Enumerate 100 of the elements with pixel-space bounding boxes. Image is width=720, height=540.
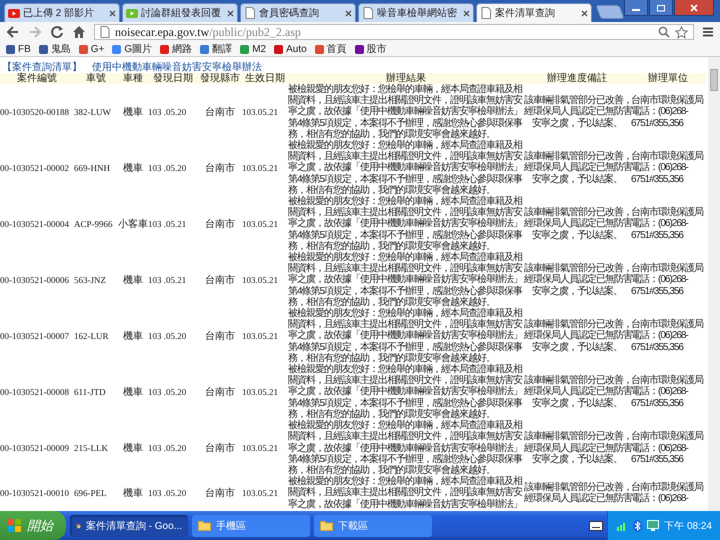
bookmark[interactable]: FB bbox=[6, 44, 31, 54]
table-cell: 台南市 bbox=[205, 488, 235, 499]
maximize-button[interactable] bbox=[649, 0, 673, 16]
search-icon[interactable] bbox=[658, 26, 670, 38]
table-cell: 機車 bbox=[123, 488, 143, 499]
table-cell: 103 .05.21 bbox=[148, 275, 186, 286]
table-cell: 162-LUR bbox=[74, 331, 108, 342]
new-tab-button[interactable] bbox=[595, 5, 625, 19]
maximize-icon bbox=[656, 4, 666, 12]
tab-title: 會員密碼查詢 bbox=[259, 6, 320, 20]
bookmark[interactable]: M2 bbox=[240, 44, 266, 54]
bookmark[interactable]: 首頁 bbox=[314, 42, 347, 56]
bookmark[interactable]: 翻譯 bbox=[200, 42, 232, 56]
table-cell-text: 台南市環境保護局 電話：(06)268- bbox=[631, 482, 704, 504]
home-icon[interactable] bbox=[72, 25, 86, 39]
taskbar-button[interactable]: 手機區 bbox=[192, 514, 310, 536]
bookmark[interactable]: 網路 bbox=[160, 42, 192, 56]
clock: 下午 08:24 bbox=[664, 520, 712, 532]
table-cell: 該車輛排氣管部分已改善， 經環保局人員認定已無防害 安寧之虞，予以結案。 bbox=[524, 151, 630, 185]
column-header: 車種 bbox=[123, 73, 143, 84]
table-cell: 該車輛排氣管部分已改善， 經環保局人員認定已無防害 安寧之虞，予以結案。 bbox=[524, 95, 630, 129]
table-cell-text: 被檢親愛的朋友您好：您檢舉的車輛，經本局查證車籍及相 關資料，且經該車主提出相關證明文件，證明該車無妨害安 寧之虞，故依據「使用中機動車輛噪音妨害安寧檢舉辦法」 第4條第5項規定，本案得不予辦理，感謝您熱心參與環保事 務，相信有您的協助，我們的環境安寧會越來越好。 bbox=[288, 364, 524, 420]
taskbar-button[interactable]: 下載區 bbox=[314, 514, 432, 536]
table-cell: 機車 bbox=[123, 331, 143, 342]
bookmark[interactable]: G+ bbox=[78, 44, 104, 54]
video-icon bbox=[126, 7, 138, 19]
browser-tab[interactable]: 會員密碼查詢 bbox=[240, 3, 356, 22]
back-icon[interactable] bbox=[6, 25, 20, 39]
table-cell: 103 .05.20 bbox=[148, 443, 186, 454]
close-icon[interactable] bbox=[581, 10, 588, 16]
keyboard-icon bbox=[589, 520, 604, 530]
table-cell: 該車輛排氣管部分已改善， 經環保局人員認定已無防害 安寧之虞，予以結案。 bbox=[524, 431, 630, 465]
table-cell: 小客車 bbox=[118, 219, 148, 230]
tab-title: 已上傳 2 部影片 bbox=[23, 6, 96, 20]
table-cell: 機車 bbox=[123, 443, 143, 454]
tab-title: 噪音車檢舉網站密 bbox=[377, 6, 458, 20]
column-header: 發現日期 bbox=[153, 73, 193, 84]
bookmark[interactable]: 鬼島 bbox=[38, 42, 71, 56]
table-cell: 00-1030520-00188 bbox=[0, 107, 69, 117]
close-icon[interactable] bbox=[109, 10, 116, 16]
column-header: 生效日期 bbox=[245, 73, 285, 84]
table-cell: 該車輛排氣管部分已改善， 經環保局人員認定已無防害 安寧之虞，予以結案。 bbox=[524, 319, 630, 353]
minimize-button[interactable] bbox=[624, 0, 648, 16]
reload-icon[interactable] bbox=[50, 25, 64, 39]
page-heading: 【案件查詢清單】 bbox=[2, 60, 82, 73]
table-cell: 台南市 bbox=[205, 387, 235, 398]
table-cell: 103.05.21 bbox=[242, 275, 278, 286]
table-cell: 機車 bbox=[123, 275, 143, 286]
menu-icon[interactable] bbox=[702, 26, 714, 38]
browser-tab[interactable]: 案件清單查詢 bbox=[476, 3, 592, 22]
table-cell: 103 .05.20 bbox=[148, 107, 186, 117]
scroll-thumb[interactable] bbox=[710, 69, 718, 91]
table-cell: 00-1030521-00009 bbox=[0, 443, 69, 454]
table-cell: 103.05.21 bbox=[242, 219, 278, 230]
column-header: 辦理單位 bbox=[648, 73, 688, 84]
table-cell: 611-JTD bbox=[74, 387, 106, 398]
table-cell: 103.05.21 bbox=[242, 443, 278, 454]
close-icon[interactable] bbox=[463, 10, 470, 16]
address-bar[interactable]: noisecar.epa.gov.tw/public/pub2_2.asp bbox=[94, 24, 694, 40]
table-cell: 台南市 bbox=[205, 107, 235, 118]
bookmark[interactable]: G圖片 bbox=[112, 42, 152, 56]
scrollbar[interactable] bbox=[708, 57, 720, 511]
table-cell: 機車 bbox=[123, 107, 143, 118]
table-cell: 00-1030521-00010 bbox=[0, 488, 69, 498]
table-cell: 00-1030521-00004 bbox=[0, 219, 69, 230]
close-icon[interactable] bbox=[345, 10, 352, 16]
windows-logo-icon bbox=[8, 519, 22, 532]
monitor-icon[interactable] bbox=[647, 520, 660, 531]
table-cell: 103.05.21 bbox=[242, 387, 278, 398]
bluetooth-icon[interactable] bbox=[633, 520, 642, 532]
bookmark[interactable]: 股市 bbox=[354, 42, 387, 56]
table-cell: 00-1030521-00006 bbox=[0, 275, 69, 286]
browser-tab[interactable]: 噪音車檢舉網站密 bbox=[358, 3, 474, 22]
table-cell-text: 被檢親愛的朋友您好：您檢舉的車輛，經本局查證車籍及相 關資料，且經該車主提出相關證明文件，證明該車無妨害安 寧之虞，故依據「使用中機動車輛噪音妨害安寧檢舉辦法」 第4條第5項規定，本案得不予辦理，感謝您熱心參與環保事 務，相信有您的協助，我們的環境安寧會越來越好。 bbox=[288, 252, 524, 308]
table-cell: 00-1030521-00008 bbox=[0, 387, 69, 398]
browser-tab[interactable]: 討論群組發表回覆 bbox=[122, 3, 238, 22]
column-header: 車號 bbox=[86, 73, 106, 84]
bookmark[interactable]: Auto bbox=[274, 44, 307, 54]
table-cell: 103.05.21 bbox=[242, 107, 278, 117]
column-header: 辦理結果 bbox=[386, 73, 426, 84]
table-cell: 103 .05.20 bbox=[148, 387, 186, 398]
close-button[interactable] bbox=[674, 0, 714, 16]
folder-icon bbox=[320, 520, 333, 531]
close-icon bbox=[689, 4, 699, 12]
table-cell: 該車輛排氣管部分已改善， 經環保局人員認定已無防害 bbox=[524, 482, 630, 504]
table-cell-text: 被檢親愛的朋友您好：您檢舉的車輛，經本局查證車籍及相 關資料，且經該車主提出相關證明文件，證明該車無妨害安 寧之虞，故依據「使用中機動車輛噪音妨害安寧檢舉辦法」 第4條第5項規定，本案得不予辦理，感謝您熱心參與環保事 務，相信有您的協助，我們的環境安寧會越來越好。 bbox=[288, 420, 524, 476]
table-cell: 00-1030521-00007 bbox=[0, 331, 69, 342]
table-cell: 103 .05.20 bbox=[148, 163, 186, 174]
table-cell: 該車輛排氣管部分已改善， 經環保局人員認定已無防害 安寧之虞，予以結案。 bbox=[524, 375, 630, 409]
page-icon bbox=[480, 7, 492, 19]
browser-tab[interactable]: 已上傳 2 部影片 bbox=[4, 3, 120, 22]
close-icon[interactable] bbox=[227, 10, 234, 16]
table-cell-text: 台南市環境保護局 電話：(06)268- 6751#355,356 bbox=[631, 431, 704, 465]
table-cell: 機車 bbox=[123, 387, 143, 398]
taskbar-button[interactable]: 案件清單查詢 - Goo... bbox=[70, 514, 188, 536]
table-cell-text: 被檢親愛的朋友您好：您檢舉的車輛，經本局查證車籍及相 關資料，且經該車主提出相關證明文件，證明該車無妨害安 寧之虞，故依據「使用中機動車輛噪音妨害安寧檢舉辦法」 第4條第5項規定，本案得不予辦理，感謝您熱心參與環保事 務，相信有您的協助，我們的環境安寧會越來越好。 bbox=[288, 196, 524, 252]
table-cell: 103.05.21 bbox=[242, 331, 278, 342]
tab-title: 案件清單查詢 bbox=[495, 6, 556, 20]
table-cell-text: 台南市環境保護局 電話：(06)268- 6751#355,356 bbox=[631, 319, 704, 353]
star-icon[interactable] bbox=[675, 26, 688, 38]
